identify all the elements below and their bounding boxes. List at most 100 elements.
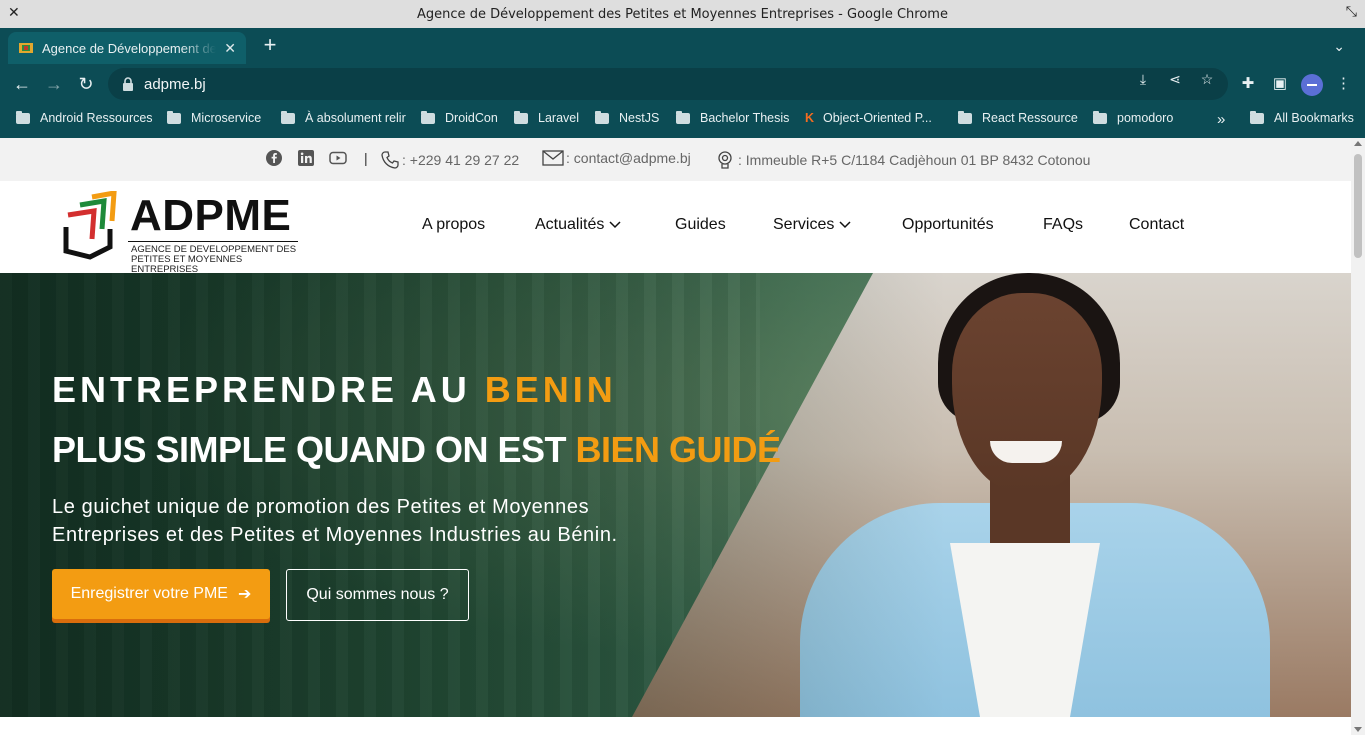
hero-heading-line1: ENTREPRENDRE AU BENIN — [52, 369, 781, 411]
bookmark-folder[interactable]: Bachelor Thesis — [676, 110, 790, 125]
contact-topbar: | : +229 41 29 27 22 : contact@adpme.bj … — [0, 138, 1351, 181]
bookmarks-bar: Android Ressources Microservice À absolu… — [0, 104, 1365, 136]
address-bar[interactable]: adpme.bj — [108, 68, 1228, 100]
nav-guides[interactable]: Guides — [675, 216, 726, 234]
nav-label: Opportunités — [902, 216, 994, 233]
bookmark-folder[interactable]: À absolument relir — [281, 110, 406, 125]
chevron-down-icon — [609, 221, 621, 229]
all-bookmarks[interactable]: All Bookmarks — [1250, 110, 1354, 125]
page-scrollbar[interactable] — [1351, 138, 1365, 735]
logo-mark-icon — [63, 191, 117, 260]
profile-avatar[interactable] — [1301, 74, 1323, 96]
folder-icon — [16, 110, 30, 124]
phone-text: : +229 41 29 27 22 — [402, 152, 520, 168]
bookmarks-overflow-chevron-icon[interactable]: » — [1217, 111, 1225, 128]
nav-label: A propos — [422, 216, 486, 233]
nav-label: Services — [773, 216, 835, 233]
tab-close-icon[interactable]: ✕ — [224, 40, 236, 57]
window-titlebar: ✕ Agence de Développement des Petites et… — [0, 0, 1365, 28]
hero-heading-text: PLUS SIMPLE QUAND ON EST — [52, 429, 576, 470]
scroll-down-arrow-icon[interactable] — [1354, 727, 1362, 732]
arrow-right-icon: ➔ — [237, 586, 252, 603]
topbar-email[interactable]: : contact@adpme.bj — [542, 150, 691, 166]
window-close-icon[interactable]: ✕ — [8, 5, 20, 21]
button-label: Enregistrer votre PME — [70, 585, 228, 602]
bookmark-folder[interactable]: pomodoro — [1093, 110, 1174, 125]
nav-faqs[interactable]: FAQs — [1043, 216, 1083, 234]
nav-services[interactable]: Services — [773, 216, 852, 234]
envelope-icon — [542, 150, 564, 166]
reload-icon[interactable]: ↻ — [74, 72, 98, 96]
side-panel-icon[interactable]: ▣ — [1270, 72, 1290, 96]
bookmark-label: DroidCon — [445, 111, 498, 125]
scrollbar-thumb[interactable] — [1354, 154, 1362, 258]
address-text: : Immeuble R+5 C/1184 Cadjèhoun 01 BP 84… — [738, 152, 1091, 168]
site-favicon-icon — [19, 43, 33, 53]
bookmark-label: À absolument relir — [305, 111, 406, 125]
folder-icon — [281, 110, 295, 124]
bookmark-label: pomodoro — [1117, 111, 1174, 125]
bookmark-folder[interactable]: Laravel — [514, 110, 579, 125]
bookmark-folder[interactable]: Microservice — [167, 110, 262, 125]
logo-subtitle: AGENCE DE DEVELOPPEMENT DES PETITES ET M… — [128, 241, 298, 275]
new-tab-icon[interactable]: + — [258, 34, 282, 58]
adpme-logo[interactable]: ADPME AGENCE DE DEVELOPPEMENT DES PETITE… — [62, 191, 302, 275]
linkedin-icon[interactable] — [297, 149, 315, 167]
folder-icon — [595, 110, 609, 124]
browser-chrome: Agence de Développement des Petites et M… — [0, 28, 1365, 138]
hero-text: ENTREPRENDRE AU BENIN PLUS SIMPLE QUAND … — [52, 369, 781, 549]
hero-heading-text: ENTREPRENDRE AU — [52, 369, 485, 410]
topbar-phone[interactable]: : +229 41 29 27 22 — [380, 150, 519, 170]
hero-heading-line2: PLUS SIMPLE QUAND ON EST BIEN GUIDÉ — [52, 429, 781, 471]
facebook-icon[interactable] — [265, 149, 283, 167]
bookmark-folder[interactable]: Android Ressources — [16, 110, 153, 125]
bookmark-label: Laravel — [538, 111, 579, 125]
scroll-up-arrow-icon[interactable] — [1354, 141, 1362, 146]
web-page: | : +229 41 29 27 22 : contact@adpme.bj … — [0, 138, 1351, 735]
bookmark-label: Microservice — [191, 111, 262, 125]
register-pme-button[interactable]: Enregistrer votre PME ➔ — [52, 569, 270, 619]
hero-banner: ENTREPRENDRE AU BENIN PLUS SIMPLE QUAND … — [0, 273, 1351, 717]
folder-icon — [676, 110, 690, 124]
email-text: : contact@adpme.bj — [566, 150, 691, 166]
bookmark-label: Object-Oriented P... — [823, 111, 932, 125]
folder-icon — [167, 110, 181, 124]
bookmark-star-icon[interactable]: ☆ — [1198, 71, 1216, 89]
folder-icon — [958, 110, 972, 124]
menu-kebab-icon[interactable]: ⋮ — [1336, 72, 1351, 96]
extensions-puzzle-icon[interactable]: ✚ — [1238, 72, 1258, 96]
bookmark-link[interactable]: K Object-Oriented P... — [805, 111, 932, 125]
bookmark-label: Bachelor Thesis — [700, 111, 790, 125]
nav-opportunites[interactable]: Opportunités — [902, 216, 994, 234]
nav-contact[interactable]: Contact — [1129, 216, 1184, 234]
folder-icon — [1093, 110, 1107, 124]
hero-lead: Le guichet unique de promotion des Petit… — [52, 496, 618, 546]
nav-a-propos[interactable]: A propos — [422, 216, 485, 234]
location-pin-icon — [718, 151, 732, 169]
nav-label: Actualités — [535, 216, 605, 233]
bookmark-label: All Bookmarks — [1274, 111, 1354, 125]
logo-brand: ADPME — [130, 191, 292, 240]
tab-title: Agence de Développement des Petites et M… — [42, 40, 217, 56]
tab-search-chevron-icon[interactable]: ⌄ — [1333, 38, 1345, 55]
forward-arrow-icon[interactable]: → — [42, 72, 66, 96]
nav-actualites[interactable]: Actualités — [535, 216, 622, 234]
chevron-down-icon — [839, 221, 851, 229]
folder-icon — [421, 110, 435, 124]
install-app-icon[interactable]: ⤓ — [1134, 71, 1152, 89]
bookmark-folder[interactable]: DroidCon — [421, 110, 498, 125]
browser-tab[interactable]: Agence de Développement des Petites et M… — [8, 32, 246, 64]
bookmark-folder[interactable]: NestJS — [595, 110, 659, 125]
site-header: ADPME AGENCE DE DEVELOPPEMENT DES PETITE… — [0, 181, 1351, 275]
logo-subtitle-line: PETITES ET MOYENNES ENTREPRISES — [131, 254, 243, 275]
phone-icon — [381, 151, 399, 169]
share-icon[interactable]: ⋖ — [1166, 71, 1184, 89]
about-us-button[interactable]: Qui sommes nous ? — [286, 569, 469, 621]
youtube-icon[interactable] — [329, 149, 347, 167]
back-arrow-icon[interactable]: ← — [10, 72, 34, 96]
bookmark-folder[interactable]: React Ressource — [958, 110, 1078, 125]
window-restore-icon[interactable]: ⤡ — [1346, 4, 1357, 20]
bookmark-label: React Ressource — [982, 111, 1078, 125]
button-label: Qui sommes nous ? — [306, 586, 449, 603]
bookmark-label: Android Ressources — [40, 111, 153, 125]
